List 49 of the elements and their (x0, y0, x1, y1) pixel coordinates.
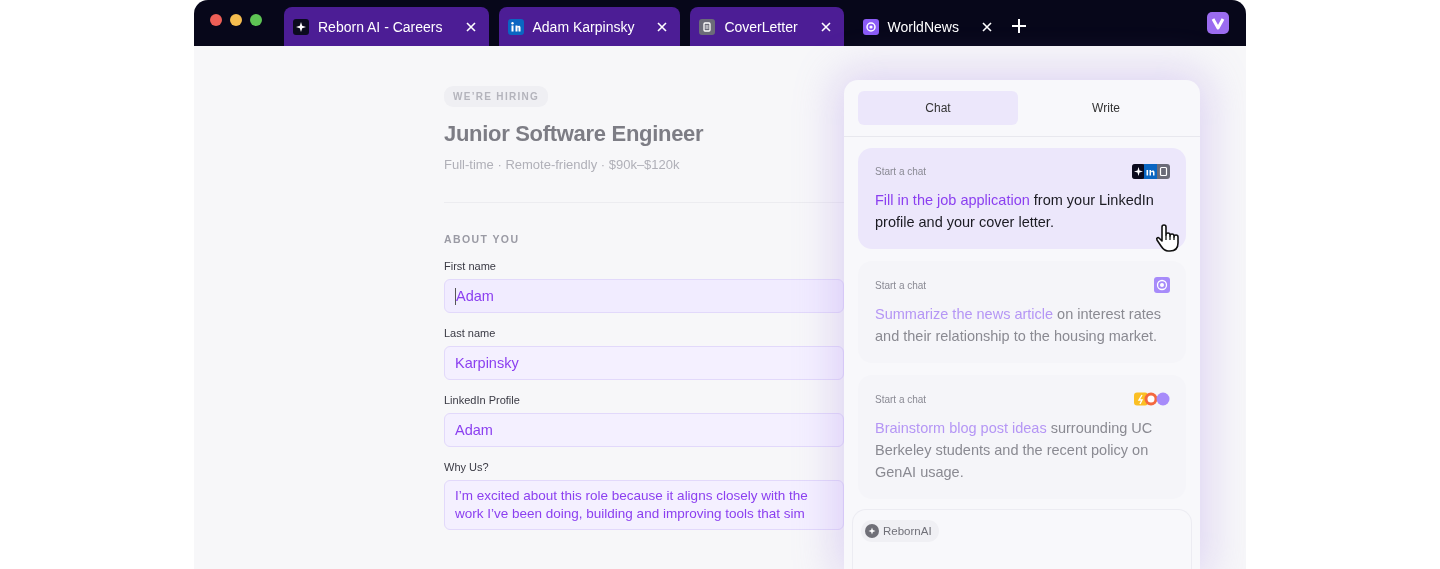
browser-tab[interactable]: Adam Karpinsky (498, 7, 681, 46)
browser-tab[interactable]: CoverLetter (690, 7, 844, 46)
tab-title: Reborn AI - Careers (318, 18, 443, 35)
suggestion-text: Summarize the news article on interest rates and their relationship to the housing market. (875, 305, 1163, 346)
tab-title: WorldNews (887, 18, 959, 35)
new-tab-icon[interactable] (1010, 18, 1027, 34)
job-title: Junior Software Engineer (444, 121, 704, 147)
hiring-badge: WE’RE HIRING (444, 86, 549, 107)
chat-composer[interactable]: RebornAI (852, 509, 1192, 569)
section-heading: ABOUT YOU (444, 233, 520, 245)
close-icon[interactable] (657, 21, 668, 32)
tab-favicon-icon (293, 18, 309, 35)
suggestion-card[interactable]: Start a chat Fill in the job application from your LinkedIn profile and your cover letter. (858, 148, 1186, 249)
browser-tab[interactable]: WorldNews (853, 7, 1005, 46)
tab-favicon-icon (862, 18, 879, 35)
tab-favicon-icon (699, 18, 716, 35)
close-icon[interactable] (820, 21, 831, 32)
close-icon[interactable] (465, 21, 476, 32)
tab-favicon-icon (507, 18, 524, 35)
close-window-button[interactable] (210, 14, 222, 26)
card-label: Start a chat (875, 393, 927, 405)
job-details: Full-time · Remote-friendly · $90k–$120k (444, 157, 680, 172)
plus-icon (865, 524, 879, 538)
tab-title: CoverLetter (724, 18, 798, 35)
close-icon[interactable] (981, 21, 992, 32)
pointer-cursor-icon (1154, 223, 1180, 253)
extension-icon[interactable] (1207, 12, 1229, 34)
panel-tab[interactable]: Chat (858, 91, 1018, 125)
tab-title: Adam Karpinsky (532, 18, 635, 35)
suggestion-text: Fill in the job application from your LinkedIn profile and your cover letter. (875, 191, 1155, 232)
field-label: Why Us? (444, 461, 489, 473)
suggestion-text: Brainstorm blog post ideas surrounding UC Berkeley students and the recent policy on GenAI usage. (875, 419, 1154, 482)
card-label: Start a chat (875, 166, 927, 177)
maximize-window-button[interactable] (250, 14, 262, 26)
browser-tab[interactable]: Reborn AI - Careers (284, 7, 489, 46)
field-label: First name (444, 260, 496, 272)
input-field[interactable]: Karpinsky (444, 346, 844, 380)
panel-tab[interactable]: Write (1026, 91, 1186, 125)
field-label: Last name (444, 327, 496, 339)
input-field[interactable]: Adam (444, 279, 844, 313)
assistant-chip[interactable]: RebornAI (861, 520, 939, 542)
input-field[interactable]: Adam (444, 413, 844, 447)
source-icons-icon (1154, 277, 1170, 293)
text-area-field[interactable]: I’m excited about this role because it aligns closely with the work I’ve been doing, building and improving tools that sim (444, 480, 844, 530)
source-icons-icon (1134, 391, 1170, 407)
source-icons-icon (1132, 164, 1170, 179)
card-label: Start a chat (875, 279, 927, 291)
minimize-window-button[interactable] (230, 14, 242, 26)
field-label: LinkedIn Profile (444, 394, 520, 406)
